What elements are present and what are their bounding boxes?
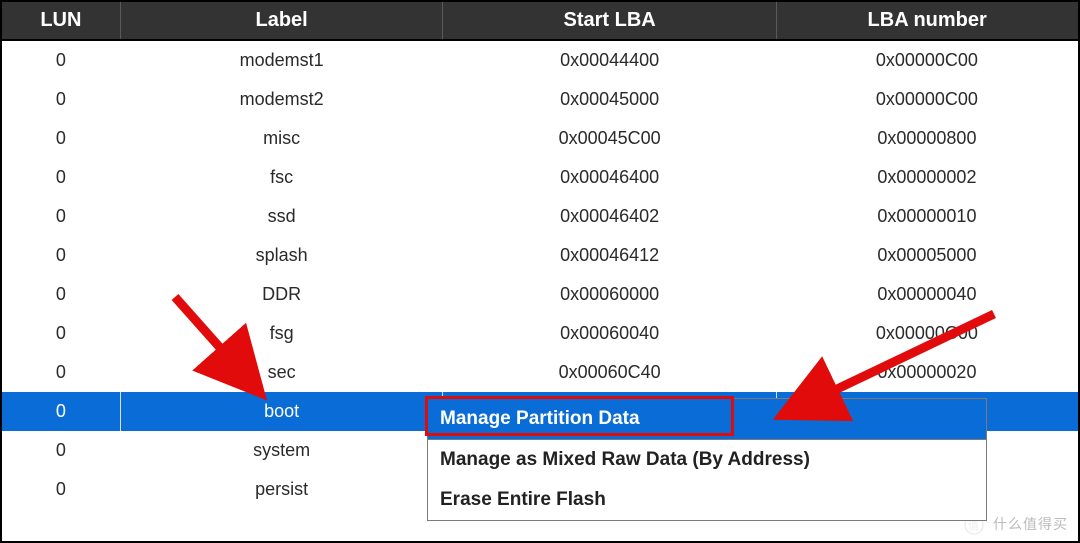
context-menu-item[interactable]: Manage as Mixed Raw Data (By Address) xyxy=(428,440,986,480)
col-start-lba[interactable]: Start LBA xyxy=(443,2,776,40)
cell-label: system xyxy=(120,431,443,470)
cell-start_lba: 0x00060000 xyxy=(443,275,776,314)
cell-start_lba: 0x00060040 xyxy=(443,314,776,353)
col-lun[interactable]: LUN xyxy=(2,2,120,40)
cell-lba_number: 0x00000020 xyxy=(776,353,1077,392)
table-row[interactable]: 0modemst10x000444000x00000C00 xyxy=(2,40,1078,80)
cell-lba_number: 0x00000040 xyxy=(776,275,1077,314)
table-header-row: LUN Label Start LBA LBA number xyxy=(2,2,1078,40)
cell-lun: 0 xyxy=(2,314,120,353)
cell-lun: 0 xyxy=(2,275,120,314)
cell-lun: 0 xyxy=(2,158,120,197)
cell-lun: 0 xyxy=(2,119,120,158)
cell-lun: 0 xyxy=(2,353,120,392)
cell-lba_number: 0x00005000 xyxy=(776,236,1077,275)
cell-label: misc xyxy=(120,119,443,158)
cell-start_lba: 0x00045000 xyxy=(443,80,776,119)
table-row[interactable]: 0ssd0x000464020x00000010 xyxy=(2,197,1078,236)
col-lba-number[interactable]: LBA number xyxy=(776,2,1077,40)
cell-label: boot xyxy=(120,392,443,431)
col-label[interactable]: Label xyxy=(120,2,443,40)
cell-lun: 0 xyxy=(2,236,120,275)
cell-start_lba: 0x00045C00 xyxy=(443,119,776,158)
cell-lun: 0 xyxy=(2,392,120,431)
cell-lba_number: 0x00000C00 xyxy=(776,80,1077,119)
cell-lun: 0 xyxy=(2,431,120,470)
cell-label: persist xyxy=(120,470,443,509)
cell-lba_number: 0x00000C00 xyxy=(776,40,1077,80)
cell-label: sec xyxy=(120,353,443,392)
context-menu-item[interactable]: Erase Entire Flash xyxy=(428,480,986,520)
cell-label: ssd xyxy=(120,197,443,236)
cell-lba_number: 0x00000010 xyxy=(776,197,1077,236)
cell-lba_number: 0x00000800 xyxy=(776,119,1077,158)
table-row[interactable]: 0modemst20x000450000x00000C00 xyxy=(2,80,1078,119)
cell-label: fsc xyxy=(120,158,443,197)
context-menu-item[interactable]: Manage Partition Data xyxy=(428,399,986,439)
cell-label: modemst1 xyxy=(120,40,443,80)
cell-lba_number: 0x00000002 xyxy=(776,158,1077,197)
cell-start_lba: 0x00044400 xyxy=(443,40,776,80)
cell-start_lba: 0x00046402 xyxy=(443,197,776,236)
cell-label: modemst2 xyxy=(120,80,443,119)
cell-start_lba: 0x00046412 xyxy=(443,236,776,275)
cell-lun: 0 xyxy=(2,197,120,236)
cell-lun: 0 xyxy=(2,80,120,119)
table-row[interactable]: 0sec0x00060C400x00000020 xyxy=(2,353,1078,392)
cell-lba_number: 0x00000C00 xyxy=(776,314,1077,353)
cell-label: fsg xyxy=(120,314,443,353)
table-row[interactable]: 0fsg0x000600400x00000C00 xyxy=(2,314,1078,353)
table-row[interactable]: 0splash0x000464120x00005000 xyxy=(2,236,1078,275)
watermark-text: 什么值得买 xyxy=(993,516,1068,532)
table-row[interactable]: 0misc0x00045C000x00000800 xyxy=(2,119,1078,158)
cell-label: splash xyxy=(120,236,443,275)
cell-start_lba: 0x00060C40 xyxy=(443,353,776,392)
cell-lun: 0 xyxy=(2,40,120,80)
table-row[interactable]: 0fsc0x000464000x00000002 xyxy=(2,158,1078,197)
cell-start_lba: 0x00046400 xyxy=(443,158,776,197)
cell-label: DDR xyxy=(120,275,443,314)
table-row[interactable]: 0DDR0x000600000x00000040 xyxy=(2,275,1078,314)
cell-lun: 0 xyxy=(2,470,120,509)
context-menu: Manage Partition DataManage as Mixed Raw… xyxy=(427,398,987,521)
